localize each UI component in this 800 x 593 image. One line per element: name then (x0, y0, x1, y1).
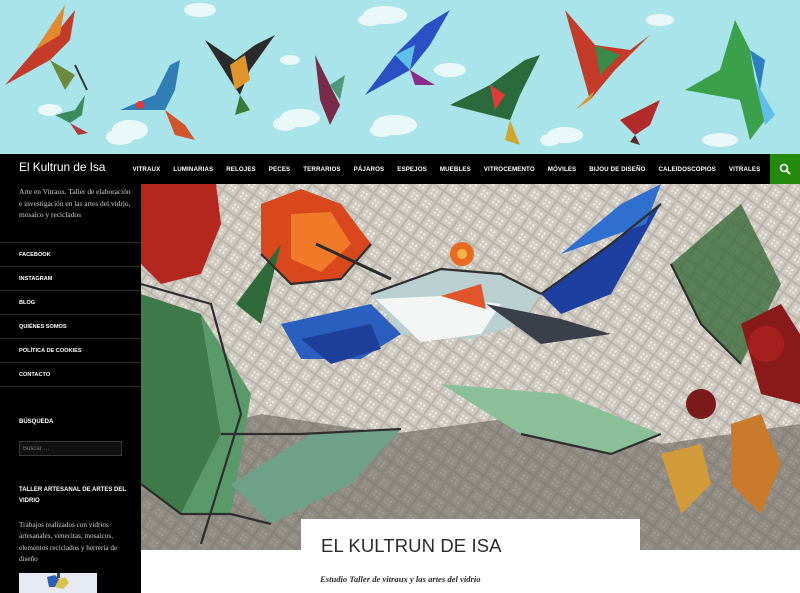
sidebar-item-quienes-somos[interactable]: Quiénes somos (0, 315, 141, 339)
top-navigation-bar: El Kultrun de Isa Vitraux Luminarias Rel… (0, 154, 800, 184)
sidebar-menu: Facebook Instagram Blog Quiénes somos Po… (0, 242, 141, 387)
nav-item-vitraux[interactable]: Vitraux (126, 166, 167, 173)
sidebar: Arte en Vitraux. Taller de elaboración e… (0, 184, 141, 593)
nav-item-peces[interactable]: Peces (262, 166, 296, 173)
nav-item-luminarias[interactable]: Luminarias (167, 166, 220, 173)
sidebar-item-blog[interactable]: Blog (0, 291, 141, 315)
sidebar-item-instagram[interactable]: Instagram (0, 267, 141, 291)
hummingbird-banner-image (0, 0, 800, 154)
header-banner[interactable] (0, 0, 800, 154)
site-tagline: Arte en Vitraux. Taller de elaboración e… (19, 187, 131, 219)
nav-item-muebles[interactable]: Muebles (433, 166, 477, 173)
post-title-link[interactable]: El Kultrun de Isa (321, 535, 502, 557)
nav-item-vitrales[interactable]: Vitrales (722, 166, 766, 173)
artisan-widget-title: Taller artesanal de artes del vidrio (19, 487, 126, 504)
stained-glass-hummingbird-image (141, 184, 800, 550)
artisan-widget-text: Trabajos realizados con vidrios artesana… (19, 521, 118, 564)
nav-item-caleidoscopios[interactable]: Caleidoscopios (652, 166, 722, 173)
nav-item-moviles[interactable]: Móviles (541, 166, 583, 173)
post-subtitle: Estudio Taller de vitraux y las artes de… (320, 574, 481, 584)
nav-item-terrarios[interactable]: Terrarios (297, 166, 347, 173)
sidebar-item-contacto[interactable]: Contacto (0, 363, 141, 387)
search-icon (779, 163, 791, 175)
nav-item-pajaros[interactable]: Pájaros (347, 166, 391, 173)
featured-image[interactable] (141, 184, 800, 550)
nav-item-espejos[interactable]: Espejos (391, 166, 434, 173)
widget-flag-image (19, 573, 97, 593)
search-input[interactable] (19, 441, 122, 456)
search-widget-title: Búsqueda (19, 419, 54, 425)
site-title-link[interactable]: El Kultrun de Isa (19, 160, 105, 174)
post-header: El Kultrun de Isa Estudio Taller de vitr… (301, 519, 640, 593)
sidebar-item-politica-de-cookies[interactable]: Política de cookies (0, 339, 141, 363)
sidebar-item-facebook[interactable]: Facebook (0, 243, 141, 267)
nav-item-vitrocemento[interactable]: Vitrocemento (477, 166, 541, 173)
nav-item-bijou-de-diseno[interactable]: Bijou de diseño (583, 166, 652, 173)
nav-item-relojes[interactable]: Relojes (220, 166, 263, 173)
primary-menu: Vitraux Luminarias Relojes Peces Terrari… (126, 154, 767, 184)
search-toggle-button[interactable] (770, 154, 800, 184)
